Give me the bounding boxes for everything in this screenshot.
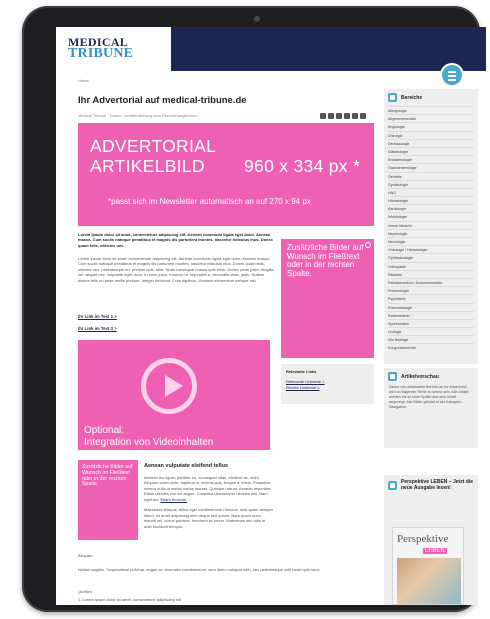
- sidebar-topic-item[interactable]: Pädiatrie: [388, 269, 474, 278]
- sidebar-topics: Bereiche Allergologie Allgemeinmedizin Ang…: [384, 89, 478, 364]
- sidebar-topic-item[interactable]: Geriatrie: [388, 171, 474, 180]
- side-image-placeholder: Zusätzliche Bilder auf Wunsch im Fließte…: [281, 239, 374, 358]
- facebook-icon[interactable]: [320, 113, 326, 119]
- sidebar-topics-header: Bereiche: [384, 89, 478, 106]
- xing-icon[interactable]: [344, 113, 350, 119]
- section-heading: Aenean vulputate eleifend tellus: [144, 463, 229, 469]
- sidebar-topic-item[interactable]: Sportmedizin: [388, 318, 474, 327]
- sidebar-topic-item[interactable]: Onkologie / Hämatologie: [388, 245, 474, 253]
- sidebar-topic-item[interactable]: Allgemeinmedizin: [388, 114, 474, 122]
- breadcrumb[interactable]: Home: [78, 78, 89, 83]
- sidebar-topic-item[interactable]: Orthopädie: [388, 261, 474, 270]
- hero-line1: ADVERTORIAL: [90, 136, 217, 156]
- play-icon[interactable]: [141, 358, 197, 414]
- cover-subtitle: LEBEN: [423, 548, 447, 554]
- info-icon: [388, 372, 397, 381]
- sidebar-topic-item[interactable]: Kardiologie: [388, 204, 474, 212]
- section-anchor-link[interactable]: Etiam rhoncus.: [160, 497, 187, 502]
- sources-body: 1. Lorem ipsum dolor sit amet, consectet…: [78, 597, 183, 602]
- related-link-2[interactable]: Rechte Linktexte >: [286, 385, 369, 391]
- text-link-1[interactable]: Ihr Link im Text 1 >: [78, 314, 117, 319]
- hero-image-placeholder: ADVERTORIAL ARTIKELBILD 960 x 334 px * *…: [78, 123, 374, 226]
- play-triangle: [165, 375, 183, 397]
- sidebar-info-text: Dieser neu entwickelte Bereich an Ihr Ad…: [389, 385, 469, 409]
- section-body-part2: Maecenas tempus, tellus eget condimentum…: [144, 507, 273, 529]
- sidebar-topic-item[interactable]: Chirurgie: [388, 130, 474, 139]
- share-bar: [320, 113, 366, 119]
- sidebar-topic-item[interactable]: Innere Medizin: [388, 220, 474, 229]
- related-links-title: Relevante Links: [286, 369, 317, 374]
- article-meta: Medical Tribune · Datum: Veröffentlichun…: [78, 113, 198, 118]
- sidebar-info: Artikelvorschau Dieser neu entwickelte B…: [384, 368, 478, 448]
- logo-line2: TRIBUNE: [68, 46, 134, 61]
- page-title: Ihr Advertorial auf medical-tribune.de: [78, 95, 247, 106]
- tablet-frame: MEDICAL TRIBUNE Home Ihr Advertorial auf…: [22, 6, 486, 612]
- sidebar-topic-item[interactable]: Gastroenterologie: [388, 163, 474, 171]
- sidebar-promo-header: Perspektive LEBEN – Jetzt die neue Ausga…: [384, 475, 478, 495]
- small-image-placeholder: Zusätzliche Bilder auf Wunsch im Fließte…: [78, 460, 138, 540]
- menu-button[interactable]: [440, 63, 464, 87]
- sidebar-topic-item[interactable]: Gynäkologie: [388, 179, 474, 188]
- hero-line2: ARTIKELBILD: [90, 156, 205, 176]
- mail-icon[interactable]: [352, 113, 358, 119]
- sidebar-topic-item[interactable]: Diabetologie: [388, 146, 474, 155]
- sidebar-topic-item[interactable]: Reisemedizin: [388, 310, 474, 319]
- sidebar-topic-item[interactable]: Urologie: [388, 327, 474, 335]
- site-logo[interactable]: MEDICAL TRIBUNE: [68, 36, 134, 61]
- sidebar-topic-item[interactable]: Rheumatologie: [388, 302, 474, 311]
- hamburger-icon: [448, 71, 456, 73]
- related-links-box: Relevante Links Relevante Linktexte > Re…: [281, 364, 374, 404]
- sidebar-info-title: Artikelvorschau: [401, 373, 439, 380]
- sidebar-promo-title[interactable]: Perspektive LEBEN – Jetzt die neue Ausga…: [401, 479, 474, 491]
- magazine-cover[interactable]: Perspektive LEBEN: [392, 527, 464, 605]
- site-header: MEDICAL TRIBUNE: [56, 27, 486, 71]
- sidebar-topic-item[interactable]: Endokrinologie: [388, 155, 474, 163]
- footer-label: Aliquam: [78, 553, 93, 558]
- linkedin-icon[interactable]: [336, 113, 342, 119]
- sidebar-topic-item[interactable]: Pneumologie: [388, 286, 474, 294]
- sources-label: Quellen: [78, 589, 92, 594]
- sidebar-topic-item[interactable]: Ophthalmologie: [388, 253, 474, 261]
- topics-icon: [388, 93, 397, 102]
- sidebar-topic-item[interactable]: HNO: [388, 187, 474, 196]
- side-image-text: Zusätzliche Bilder auf Wunsch im Fließte…: [287, 243, 364, 278]
- sidebar-topic-item[interactable]: Hämatologie: [388, 196, 474, 204]
- sidebar-topic-item[interactable]: Dermatologie: [388, 138, 474, 147]
- sidebar-topic-item[interactable]: Infektiologie: [388, 212, 474, 220]
- sidebar-topics-list: Allergologie Allgemeinmedizin Angiologie Ch…: [384, 106, 478, 352]
- video-label-2: Integration von Videoinhalten: [84, 437, 214, 448]
- article-body: Lorem ipsum dolor sit amet, consectetuer…: [78, 256, 274, 283]
- magazine-icon: [388, 480, 397, 490]
- sidebar-topic-item[interactable]: Nephrologie: [388, 228, 474, 237]
- small-image-text: Zusätzliche Bilder auf Wunsch im Fließte…: [82, 464, 133, 488]
- hero-dimensions: 960 x 334 px *: [244, 156, 361, 176]
- sidebar-topic-item[interactable]: Alle Beiträge: [388, 335, 474, 343]
- sidebar-topic-item[interactable]: Palliativmedizin / Schmerzmedizin: [388, 277, 474, 286]
- footer-body: Nullam sagittis. Suspendisse pulvinar, a…: [78, 567, 321, 572]
- section-body: Aenean leo ligula, porttitor eu, consequ…: [144, 475, 274, 529]
- browser-screen: MEDICAL TRIBUNE Home Ihr Advertorial auf…: [56, 27, 486, 605]
- sidebar-topic-item[interactable]: Allergologie: [388, 106, 474, 114]
- sidebar-info-header: Artikelvorschau: [384, 368, 478, 385]
- header-bar: [171, 27, 486, 71]
- video-label-1: Optional:: [84, 425, 125, 436]
- sidebar-topic-item[interactable]: Angiologie: [388, 122, 474, 130]
- twitter-icon[interactable]: [328, 113, 334, 119]
- sidebar-topic-item[interactable]: Kongressberichte: [388, 343, 474, 351]
- print-icon[interactable]: [360, 113, 366, 119]
- sidebar-topic-item[interactable]: Neurologie: [388, 237, 474, 245]
- expand-icon[interactable]: [365, 242, 371, 248]
- sidebar-topic-item[interactable]: Psychiatrie: [388, 294, 474, 302]
- article-lead: Lorem ipsum dolor sit amet, consectetuer…: [78, 232, 273, 248]
- camera-dot: [254, 16, 260, 22]
- cover-photo: [397, 558, 461, 604]
- sidebar-topics-title: Bereiche: [401, 94, 423, 101]
- video-placeholder[interactable]: Optional: Integration von Videoinhalten: [78, 340, 270, 450]
- text-link-2[interactable]: Ihr Link im Text 2 >: [78, 326, 117, 331]
- hero-note: *passt sich im Newsletter automatisch an…: [108, 197, 311, 206]
- cover-title: Perspektive: [397, 533, 449, 545]
